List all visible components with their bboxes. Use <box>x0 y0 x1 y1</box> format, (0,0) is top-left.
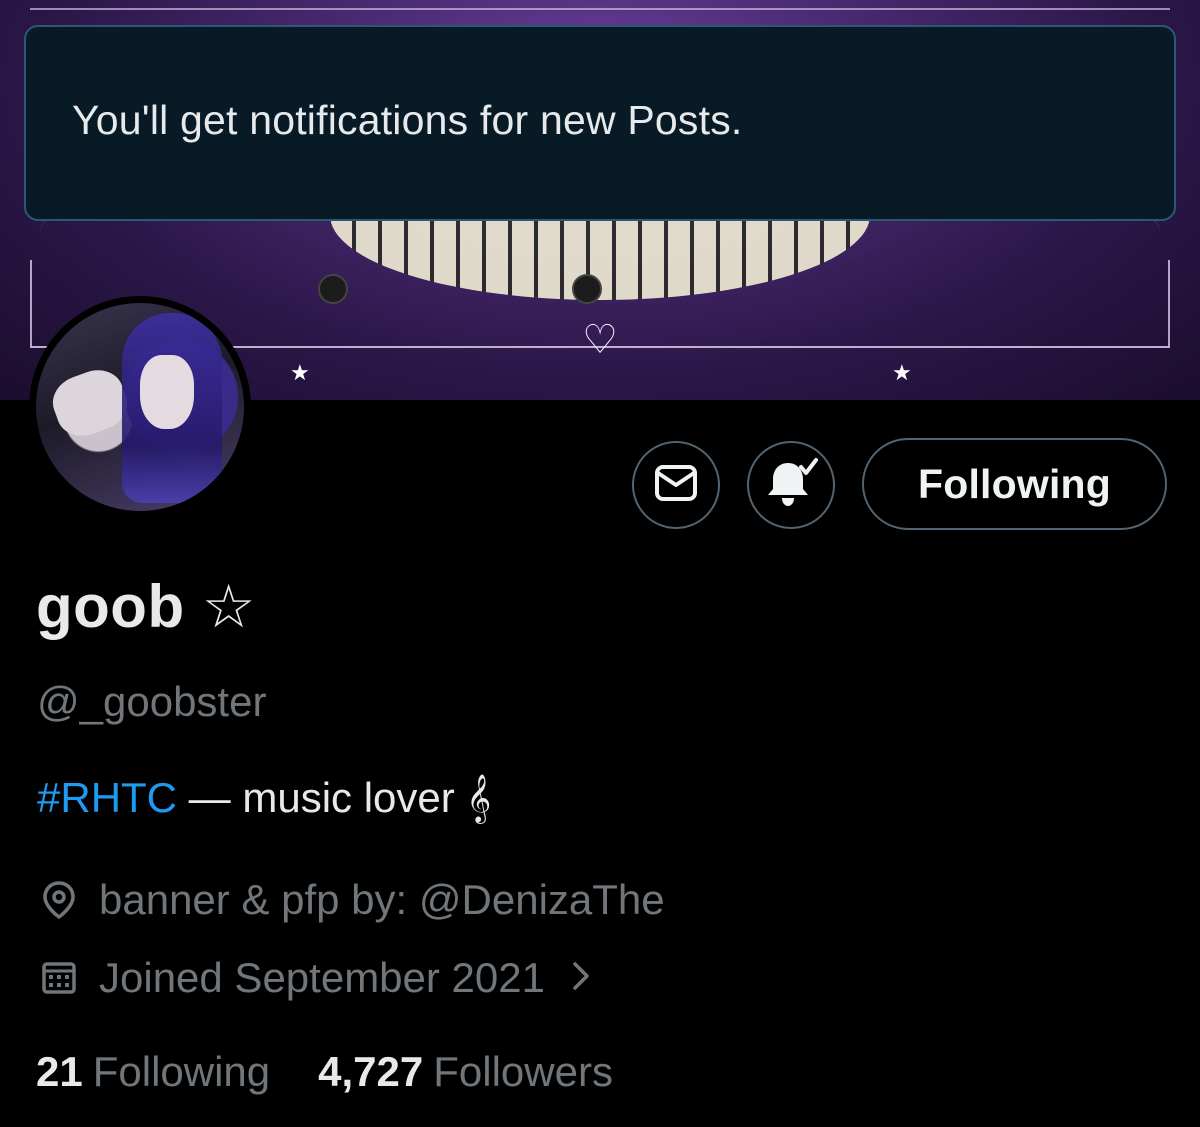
banner-heart-icon: ♡ <box>582 318 618 362</box>
bio: #RHTC — music lover 𝄞 <box>37 774 491 823</box>
avatar[interactable] <box>29 296 251 518</box>
notifications-button[interactable] <box>747 441 835 529</box>
message-button[interactable] <box>632 441 720 529</box>
followers-label: Followers <box>433 1048 613 1095</box>
envelope-icon <box>654 464 698 507</box>
bio-hashtag-link[interactable]: #RHTC <box>37 774 177 821</box>
following-count: 21 <box>36 1048 83 1095</box>
followers-count-link[interactable]: 4,727 Followers <box>318 1048 613 1096</box>
location-pin-icon <box>37 878 81 922</box>
banner-dot <box>318 274 348 304</box>
joined-text: Joined September 2021 <box>99 954 545 1001</box>
following-label: Following <box>92 1048 271 1095</box>
profile-page: ★ ★ ♡ You'll get notifications for new P… <box>0 0 1200 1127</box>
banner-frame-right <box>1168 260 1170 346</box>
chevron-right-icon[interactable] <box>571 954 591 1002</box>
following-button[interactable]: Following <box>862 438 1167 530</box>
profile-location: banner & pfp by: @DenizaThe <box>37 876 665 924</box>
banner-star-icon: ★ <box>892 360 912 385</box>
banner-frame-top <box>30 8 1170 22</box>
avatar-hand-shape <box>45 362 135 444</box>
avatar-face-shape <box>140 355 194 429</box>
toast-message: You'll get notifications for new Posts. <box>72 96 743 143</box>
banner-star-icon: ★ <box>290 360 310 385</box>
display-name: goob ☆ <box>36 573 257 640</box>
following-count-link[interactable]: 21 Following <box>36 1048 270 1096</box>
banner-dot <box>572 274 602 304</box>
bell-check-icon <box>763 457 819 514</box>
avatar-image <box>36 303 244 511</box>
followers-count: 4,727 <box>318 1048 424 1095</box>
notification-toast: You'll get notifications for new Posts. <box>24 25 1176 221</box>
calendar-icon <box>37 956 81 1000</box>
banner-frame-left <box>30 260 32 346</box>
follow-stats: 21 Following 4,727 Followers <box>36 1048 661 1096</box>
location-text[interactable]: banner & pfp by: @DenizaThe <box>99 876 665 924</box>
profile-joined-date: Joined September 2021 <box>37 954 591 1002</box>
user-handle: @_goobster <box>37 678 267 725</box>
bio-text: — music lover 𝄞 <box>177 774 492 821</box>
